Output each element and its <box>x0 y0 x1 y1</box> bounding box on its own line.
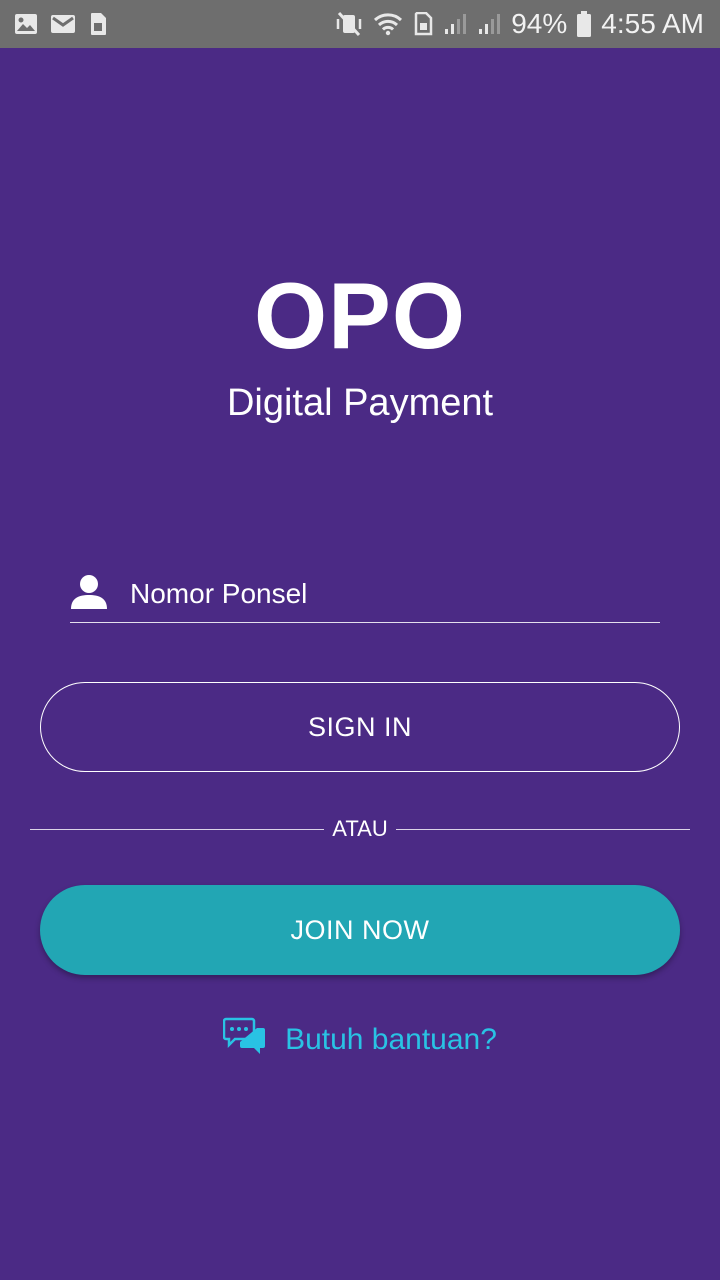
chat-bubble-icon <box>222 1016 267 1064</box>
wifi-icon <box>373 12 403 36</box>
help-label[interactable]: Butuh bantuan? <box>285 1023 497 1057</box>
vibrate-off-icon <box>335 11 363 37</box>
app-logo: OPO <box>254 263 466 368</box>
app-tagline: Digital Payment <box>226 382 494 424</box>
divider-line-right <box>395 828 691 830</box>
user-icon <box>70 573 108 616</box>
or-divider: ATAU <box>30 814 691 844</box>
divider-line-left <box>30 828 325 830</box>
gallery-icon <box>14 13 38 35</box>
phone-number-field[interactable] <box>70 566 660 623</box>
sim-card-icon <box>413 12 433 36</box>
status-bar: 94% 4:55 AM <box>0 0 720 48</box>
join-now-button[interactable]: JOIN NOW <box>40 885 680 975</box>
help-link[interactable]: Butuh bantuan? <box>0 1016 720 1064</box>
signal-1-icon <box>443 13 467 35</box>
sign-in-button[interactable]: SIGN IN <box>40 682 680 772</box>
phone-number-input[interactable] <box>130 578 600 610</box>
gmail-icon <box>50 14 76 34</box>
battery-icon <box>577 11 592 37</box>
signal-2-icon <box>477 13 501 35</box>
clock: 4:55 AM <box>601 8 704 39</box>
sim-icon <box>88 12 108 36</box>
battery-percent: 94% <box>511 8 568 39</box>
divider-text: ATAU <box>332 816 388 841</box>
